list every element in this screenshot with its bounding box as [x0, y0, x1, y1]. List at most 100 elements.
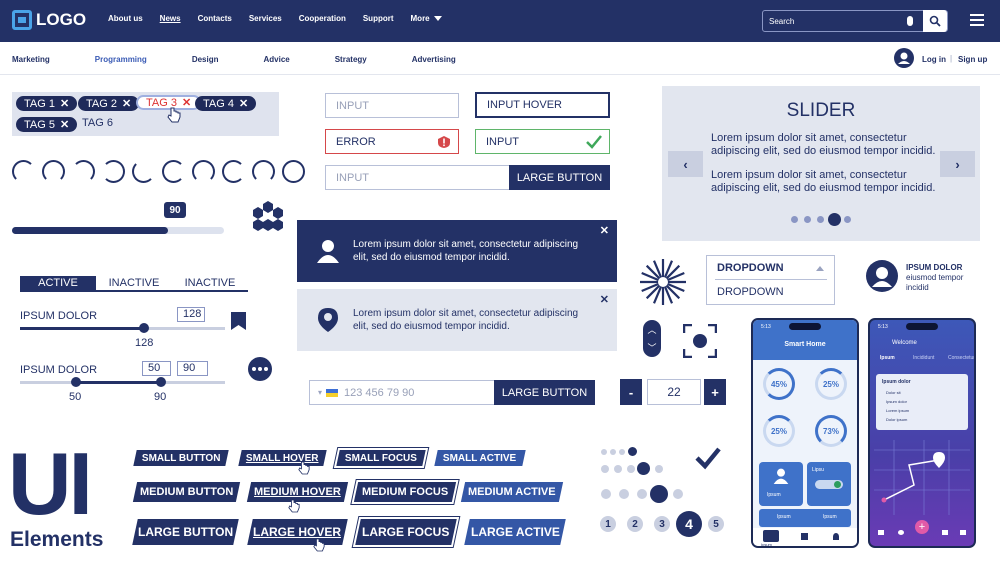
subnav-marketing[interactable]: Marketing: [12, 55, 50, 64]
user-avatar-icon[interactable]: [894, 48, 914, 68]
tab-active[interactable]: ACTIVE: [20, 276, 96, 290]
subnav-strategy[interactable]: Strategy: [335, 55, 367, 64]
search-input[interactable]: Search: [763, 17, 907, 26]
dropdown-option[interactable]: DROPDOWN: [717, 286, 784, 298]
nav-support[interactable]: Support: [363, 14, 394, 23]
home-icon[interactable]: [801, 533, 808, 540]
combo-input[interactable]: INPUT: [325, 165, 511, 190]
login-link[interactable]: Log in: [922, 55, 946, 64]
nav-news[interactable]: News: [160, 14, 181, 23]
medium-focus-button[interactable]: MEDIUM FOCUS: [353, 482, 457, 502]
tag-text-input[interactable]: TAG 6: [82, 117, 113, 129]
tab-inactive[interactable]: INACTIVE: [96, 276, 172, 290]
tag-input[interactable]: TAG 1 ✕ TAG 2 ✕ TAG 3 ✕ TAG 4 ✕ TAG 5 ✕ TAG 6: [12, 92, 279, 136]
dropdown[interactable]: DROPDOWN DROPDOWN: [706, 255, 835, 305]
close-icon[interactable]: ✕: [60, 118, 69, 131]
dropdown-selected[interactable]: DROPDOWN: [717, 262, 784, 274]
medium-active-button[interactable]: MEDIUM ACTIVE: [460, 482, 564, 502]
checkmark-icon[interactable]: [695, 445, 721, 471]
page-2[interactable]: 2: [627, 516, 643, 532]
close-icon[interactable]: ✕: [600, 294, 609, 307]
device-tile[interactable]: Lipsu: [807, 462, 851, 506]
page-1[interactable]: 1: [600, 516, 616, 532]
tab-consectetur[interactable]: Consectetur: [948, 355, 974, 361]
chevron-down-icon[interactable]: ▾: [318, 388, 322, 397]
range-handle-min[interactable]: [71, 377, 81, 387]
tag-chip[interactable]: TAG 4 ✕: [195, 96, 257, 111]
quantity-stepper[interactable]: 22: [647, 379, 701, 405]
large-button[interactable]: LARGE BUTTON: [494, 380, 595, 405]
decrement-button[interactable]: -: [620, 379, 642, 405]
map-route[interactable]: [874, 440, 970, 515]
nav-more[interactable]: More: [411, 14, 442, 23]
settings-icon[interactable]: [960, 530, 966, 535]
chevron-up-icon[interactable]: ︿: [647, 323, 656, 336]
scan-target-icon[interactable]: [683, 324, 717, 358]
range-max-input[interactable]: 90: [177, 361, 208, 376]
page-3[interactable]: 3: [654, 516, 670, 532]
page-5[interactable]: 5: [708, 516, 724, 532]
slider-dot[interactable]: [804, 216, 811, 223]
translate-icon[interactable]: [942, 530, 948, 535]
grid-icon[interactable]: [878, 530, 884, 535]
tab-ipsum[interactable]: Ipsum: [880, 355, 895, 361]
nav-contacts[interactable]: Contacts: [198, 14, 232, 23]
increment-button[interactable]: +: [704, 379, 726, 405]
tag-chip[interactable]: TAG 1 ✕: [16, 96, 78, 111]
range-handle-max[interactable]: [156, 377, 166, 387]
large-active-button[interactable]: LARGE ACTIVE: [464, 519, 566, 545]
slider-prev-button[interactable]: ‹: [668, 151, 703, 177]
chevron-down-icon[interactable]: ﹀: [647, 341, 656, 354]
circle-icon[interactable]: [898, 530, 904, 535]
signup-link[interactable]: Sign up: [958, 55, 987, 64]
slider-next-button[interactable]: ›: [940, 151, 975, 177]
slider-value-input[interactable]: 128: [177, 307, 205, 322]
more-options-icon[interactable]: [248, 357, 272, 381]
hamburger-menu-icon[interactable]: [970, 14, 984, 29]
avatar[interactable]: [866, 260, 898, 292]
slider-handle[interactable]: [139, 323, 149, 333]
page-4-active[interactable]: 4: [676, 511, 702, 537]
nav-cooperation[interactable]: Cooperation: [299, 14, 346, 23]
close-icon[interactable]: ✕: [182, 96, 191, 109]
slider-dot[interactable]: [844, 216, 851, 223]
input-error[interactable]: ERROR: [325, 129, 459, 154]
large-button[interactable]: LARGE BUTTON: [132, 519, 239, 545]
device-row[interactable]: Ipsum Ipsum: [759, 509, 851, 527]
small-active-button[interactable]: SMALL ACTIVE: [434, 450, 526, 466]
tab-inactive[interactable]: INACTIVE: [172, 276, 248, 290]
tab-incididunt[interactable]: Incididunt: [913, 355, 934, 361]
large-button[interactable]: LARGE BUTTON: [509, 165, 610, 190]
input-hover[interactable]: INPUT HOVER: [475, 92, 610, 118]
small-focus-button[interactable]: SMALL FOCUS: [336, 450, 426, 466]
profile-icon[interactable]: [833, 533, 839, 540]
device-tile[interactable]: Ipsum: [759, 462, 803, 506]
tag-chip[interactable]: TAG 2 ✕: [78, 96, 140, 111]
slider-dot[interactable]: [791, 216, 798, 223]
search-box[interactable]: Search: [762, 10, 948, 32]
nav-about[interactable]: About us: [108, 14, 143, 23]
logo[interactable]: LOGO: [12, 10, 86, 30]
large-focus-button[interactable]: LARGE FOCUS: [355, 519, 457, 545]
input-default[interactable]: INPUT: [325, 93, 459, 118]
subnav-advertising[interactable]: Advertising: [412, 55, 456, 64]
microphone-icon[interactable]: [907, 16, 913, 26]
close-icon[interactable]: ✕: [60, 97, 69, 110]
search-button[interactable]: [923, 10, 947, 32]
medium-button[interactable]: MEDIUM BUTTON: [132, 482, 241, 502]
bookmark-icon[interactable]: [230, 311, 247, 331]
slider-dot[interactable]: [817, 216, 824, 223]
chevron-up-icon[interactable]: [816, 266, 824, 271]
range-min-input[interactable]: 50: [142, 361, 171, 376]
small-hover-button[interactable]: SMALL HOVER: [238, 450, 327, 466]
close-icon[interactable]: ✕: [600, 225, 609, 238]
subnav-programming[interactable]: Programming: [95, 55, 147, 64]
small-button[interactable]: SMALL BUTTON: [133, 450, 229, 466]
close-icon[interactable]: ✕: [122, 97, 131, 110]
nav-services[interactable]: Services: [249, 14, 282, 23]
subnav-advice[interactable]: Advice: [263, 55, 289, 64]
camera-icon[interactable]: [763, 530, 779, 542]
large-hover-button[interactable]: LARGE HOVER: [247, 519, 348, 545]
tag-chip[interactable]: TAG 5 ✕: [16, 117, 78, 132]
add-button[interactable]: +: [915, 520, 929, 534]
